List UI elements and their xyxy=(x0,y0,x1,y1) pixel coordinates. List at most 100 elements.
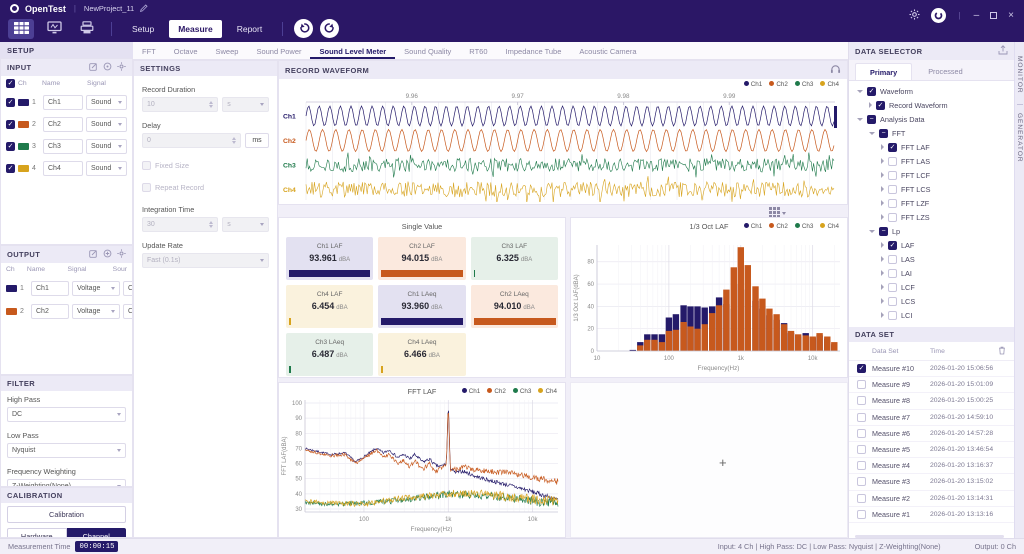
legend-item[interactable]: Ch4 xyxy=(538,388,557,395)
fixed-size-checkbox[interactable] xyxy=(142,161,151,170)
tab-impedance-tube[interactable]: Impedance Tube xyxy=(497,42,571,59)
tree-item[interactable]: ✓ Waveform xyxy=(849,84,1014,98)
expand-icon[interactable] xyxy=(881,158,884,164)
integration-time-input[interactable]: 30 xyxy=(142,217,218,232)
expand-icon[interactable] xyxy=(881,144,884,150)
data-set-checkbox[interactable] xyxy=(857,477,866,486)
legend-item[interactable]: Ch2 xyxy=(769,81,788,88)
data-set-row[interactable]: Measure #9 2026-01-20 15:01:09 xyxy=(849,377,1014,393)
single-value-card[interactable]: Ch3 LAeq 6.487dBA xyxy=(286,333,373,376)
tab-generator[interactable]: GENERATOR xyxy=(1016,113,1023,163)
tree-item[interactable]: ✓ FFT LAF xyxy=(849,140,1014,154)
calibration-button[interactable]: Calibration xyxy=(7,506,126,523)
channel-name-input[interactable]: Ch2 xyxy=(31,304,69,319)
tree-checkbox[interactable] xyxy=(888,213,897,222)
tree-checkbox[interactable] xyxy=(888,255,897,264)
tree-checkbox[interactable] xyxy=(888,283,897,292)
expand-icon[interactable] xyxy=(881,298,884,304)
collapse-icon[interactable] xyxy=(857,118,863,121)
legend-item[interactable]: Ch1 xyxy=(744,81,763,88)
data-selector-tab-processed[interactable]: Processed xyxy=(914,63,976,80)
data-set-checkbox[interactable] xyxy=(857,396,866,405)
legend-item[interactable]: Ch4 xyxy=(820,81,839,88)
expand-icon[interactable] xyxy=(881,312,884,318)
data-set-row[interactable]: ✓ Measure #10 2026-01-20 15:06:56 xyxy=(849,361,1014,377)
reset-icon[interactable] xyxy=(103,62,112,73)
tree-checkbox[interactable]: ✓ xyxy=(876,101,885,110)
tab-acoustic-camera[interactable]: Acoustic Camera xyxy=(570,42,645,59)
expand-icon[interactable] xyxy=(881,200,884,206)
tree-checkbox[interactable]: − xyxy=(879,129,888,138)
signal-select[interactable]: Sound xyxy=(86,117,127,132)
tab-rt60[interactable]: RT60 xyxy=(460,42,496,59)
data-set-checkbox[interactable] xyxy=(857,445,866,454)
tree-item[interactable]: − Analysis Data xyxy=(849,112,1014,126)
data-set-checkbox[interactable]: ✓ xyxy=(857,364,866,373)
channel-checkbox[interactable]: ✓ xyxy=(6,142,15,151)
collapse-icon[interactable] xyxy=(869,132,875,135)
add-icon[interactable] xyxy=(103,249,112,260)
data-set-row[interactable]: Measure #3 2026-01-20 13:15:02 xyxy=(849,474,1014,490)
tree-item[interactable]: LCF xyxy=(849,280,1014,294)
hardware-button[interactable]: Hardware xyxy=(7,528,67,538)
record-duration-unit-select[interactable]: s xyxy=(222,97,269,112)
close-button[interactable]: × xyxy=(1008,10,1014,21)
signal-select[interactable]: Voltage xyxy=(72,304,120,319)
signal-select[interactable]: Voltage xyxy=(72,281,120,296)
tree-checkbox[interactable]: ✓ xyxy=(888,143,897,152)
single-value-card[interactable]: Ch4 LAF 6.454dBA xyxy=(286,285,373,328)
channel-name-input[interactable]: Ch3 xyxy=(43,139,83,154)
signal-select[interactable]: Sound xyxy=(86,161,127,176)
tab-octave[interactable]: Octave xyxy=(165,42,207,59)
tab-sound-power[interactable]: Sound Power xyxy=(247,42,310,59)
legend-item[interactable]: Ch1 xyxy=(462,388,481,395)
tree-item[interactable]: − FFT xyxy=(849,126,1014,140)
third-octave-chart[interactable]: 020406080101001k10k1/3 Oct LAF(dBA)Frequ… xyxy=(571,231,847,375)
expand-icon[interactable] xyxy=(881,256,884,262)
edit-icon[interactable] xyxy=(89,249,98,260)
expand-icon[interactable] xyxy=(881,284,884,290)
tree-checkbox[interactable]: ✓ xyxy=(888,241,897,250)
settings-gear-icon[interactable] xyxy=(909,9,920,22)
tree-item[interactable]: FFT LCS xyxy=(849,182,1014,196)
fixed-size-checkbox-row[interactable]: Fixed Size xyxy=(142,161,269,170)
signal-select[interactable]: Sound xyxy=(86,139,127,154)
redo-button[interactable] xyxy=(320,19,339,38)
expand-icon[interactable] xyxy=(881,214,884,220)
freq-weighting-select[interactable]: Z-Weighting(None) xyxy=(7,479,126,487)
single-value-card[interactable]: Ch4 LAeq 6.466dBA xyxy=(378,333,465,376)
expand-icon[interactable] xyxy=(881,242,884,248)
listen-icon[interactable] xyxy=(830,64,841,76)
trash-icon[interactable] xyxy=(998,346,1006,357)
data-set-row[interactable]: Measure #8 2026-01-20 15:00:25 xyxy=(849,393,1014,409)
tab-sweep[interactable]: Sweep xyxy=(207,42,248,59)
single-value-card[interactable]: Ch3 LAF 6.325dBA xyxy=(471,237,558,280)
low-pass-select[interactable]: Nyquist xyxy=(7,443,126,458)
legend-item[interactable]: Ch1 xyxy=(744,223,763,230)
nav-setup[interactable]: Setup xyxy=(123,20,163,38)
edit-icon[interactable] xyxy=(89,62,98,73)
maximize-button[interactable] xyxy=(990,12,997,19)
single-value-card[interactable]: Ch2 LAeq 94.010dBA xyxy=(471,285,558,328)
export-icon[interactable] xyxy=(998,45,1008,57)
tree-item[interactable]: FFT LCF xyxy=(849,168,1014,182)
undo-button[interactable] xyxy=(294,19,313,38)
single-value-card[interactable]: Ch1 LAeq 93.960dBA xyxy=(378,285,465,328)
expand-icon[interactable] xyxy=(881,186,884,192)
integration-time-unit-select[interactable]: s xyxy=(222,217,269,232)
nav-measure[interactable]: Measure xyxy=(169,20,222,38)
channel-name-input[interactable]: Ch1 xyxy=(31,281,69,296)
tree-checkbox[interactable] xyxy=(888,157,897,166)
legend-item[interactable]: Ch3 xyxy=(795,81,814,88)
data-set-row[interactable]: Measure #5 2026-01-20 13:46:54 xyxy=(849,442,1014,458)
waveform-chart[interactable]: 9.969.979.989.99Ch1Ch2Ch3Ch4 xyxy=(279,88,847,204)
high-pass-select[interactable]: DC xyxy=(7,407,126,422)
expand-icon[interactable] xyxy=(869,102,872,108)
tab-monitor[interactable]: MONITOR xyxy=(1016,56,1023,94)
delay-input[interactable]: 0 xyxy=(142,133,241,148)
data-set-checkbox[interactable] xyxy=(857,429,866,438)
tree-checkbox[interactable] xyxy=(888,199,897,208)
data-set-row[interactable]: Measure #4 2026-01-20 13:16:37 xyxy=(849,458,1014,474)
gear-icon[interactable] xyxy=(117,62,126,73)
fft-laf-chart[interactable]: 304050607080901001001k10kFFT LAF(dBA)Fre… xyxy=(279,396,565,536)
